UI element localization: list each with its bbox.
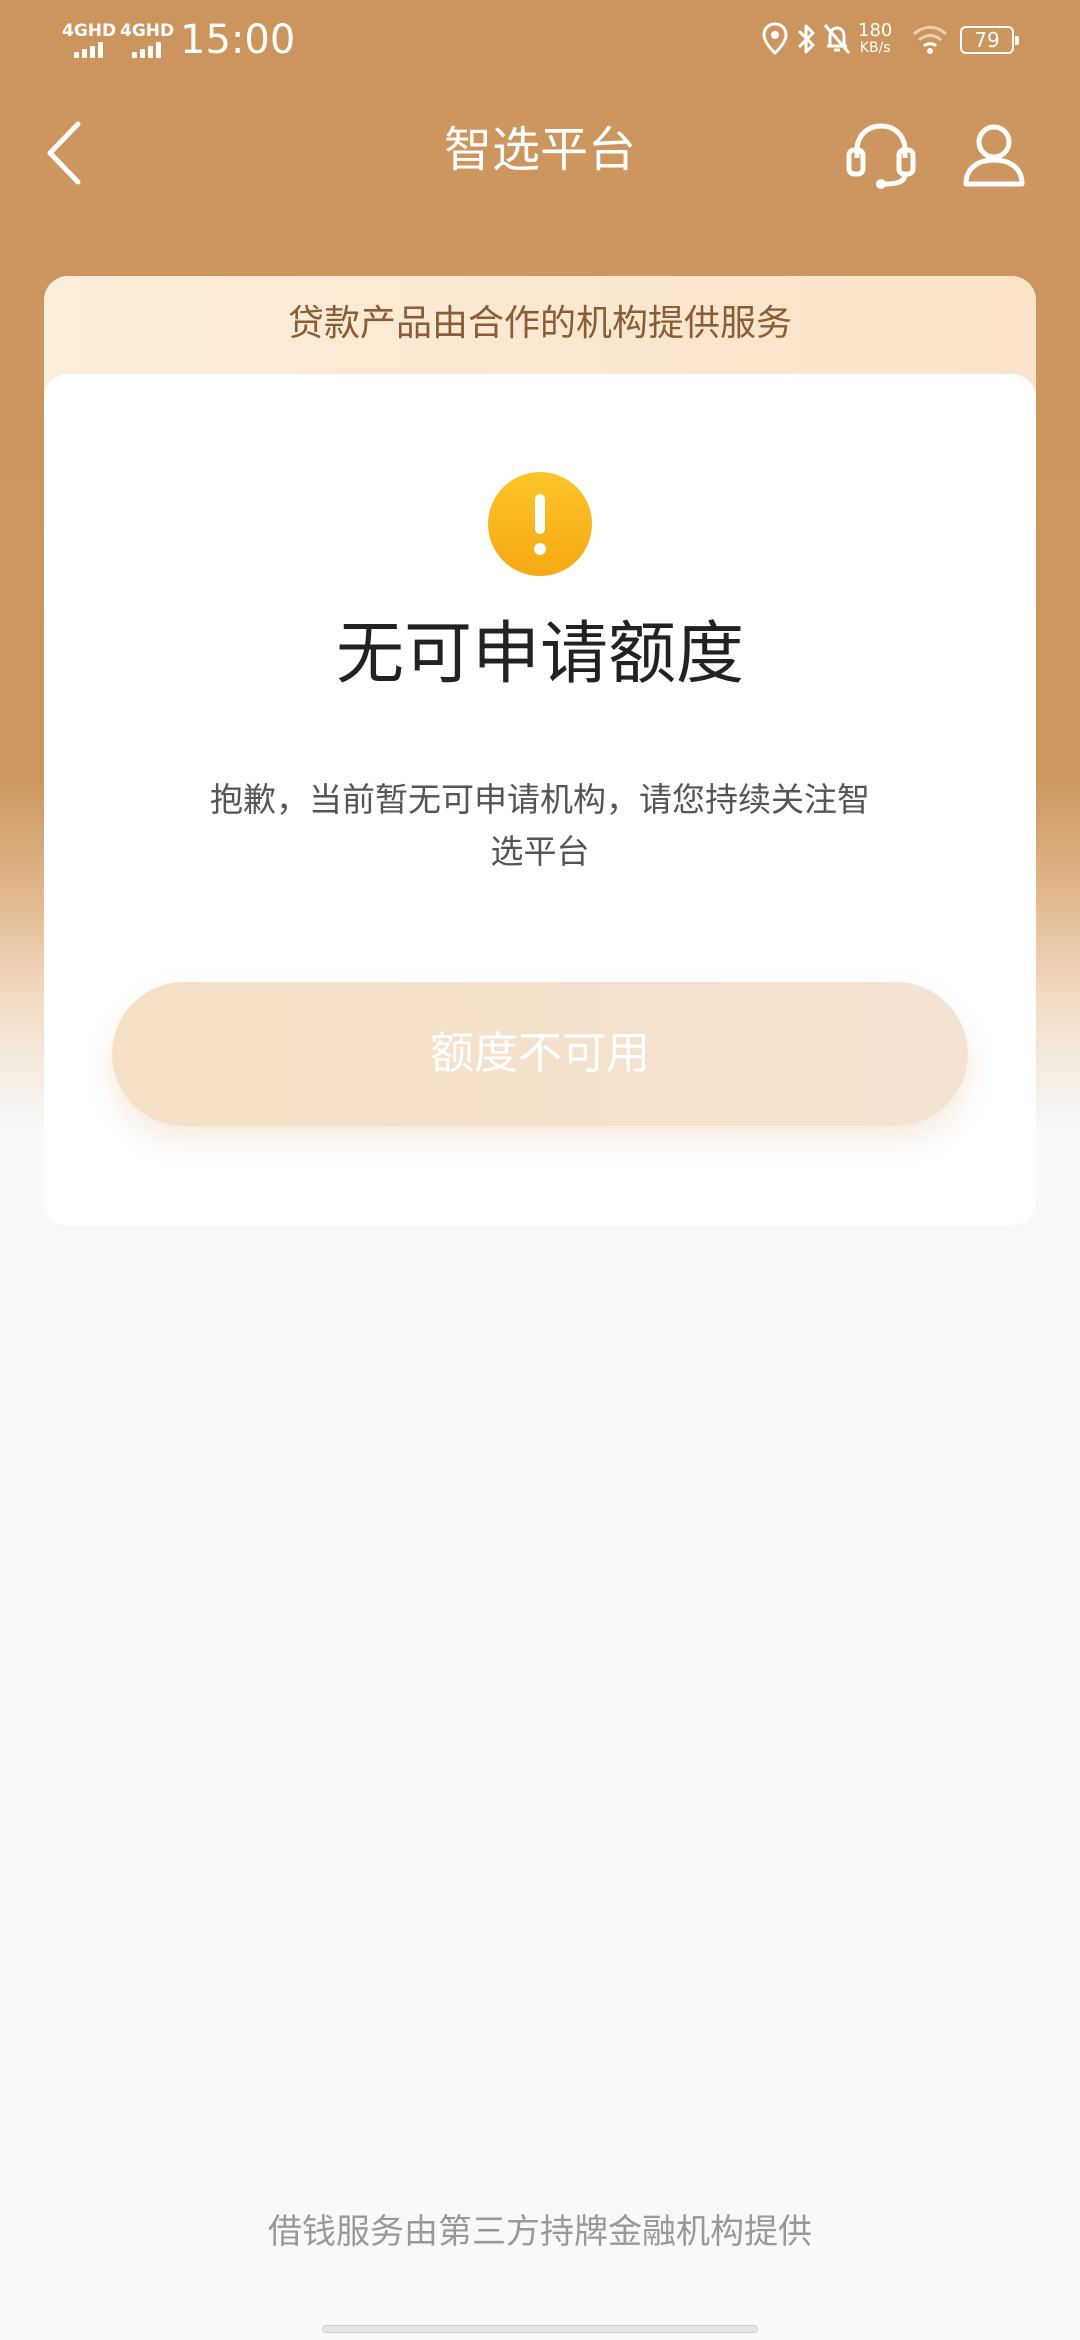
signal-icon: [132, 42, 166, 58]
mute-bell-icon: [823, 24, 851, 54]
battery-level: 79: [974, 28, 1000, 52]
warning-icon: [488, 472, 592, 576]
speed-unit: KB/s: [859, 40, 891, 56]
bluetooth-icon: [797, 24, 815, 54]
location-icon: [762, 22, 788, 56]
status-description: 抱歉，当前暂无可申请机构，请您持续关注智选平台: [210, 780, 870, 871]
wifi-icon: [912, 25, 948, 54]
quota-status-panel: 无可申请额度 抱歉，当前暂无可申请机构，请您持续关注智选平台 额度不可用: [44, 374, 1036, 1226]
home-indicator[interactable]: [322, 2325, 758, 2333]
network-type-1: 4GHD: [62, 21, 117, 41]
quota-card: 贷款产品由合作的机构提供服务 无可申请额度 抱歉，当前暂无可申请机构，请您持续关…: [44, 276, 1036, 1226]
battery-icon: 79: [960, 26, 1019, 54]
status-heading: 无可申请额度: [335, 615, 744, 694]
button-label: 额度不可用: [430, 1028, 650, 1079]
user-icon[interactable]: [962, 122, 1026, 188]
quota-unavailable-button: 额度不可用: [112, 982, 968, 1126]
footer-disclaimer: 借钱服务由第三方持牌金融机构提供: [268, 2212, 812, 2252]
signal-icon: [74, 42, 108, 58]
status-bar: 4GHD 4GHD 15:00 180 KB/s 79: [0, 0, 1080, 82]
customer-service-icon[interactable]: [845, 120, 917, 190]
service-banner: 贷款产品由合作的机构提供服务: [287, 303, 792, 344]
speed-value: 180: [858, 20, 893, 41]
clock: 15:00: [180, 17, 296, 63]
page-title: 智选平台: [443, 122, 636, 178]
network-type-2: 4GHD: [120, 21, 175, 41]
network-speed: 180 KB/s: [858, 20, 893, 57]
